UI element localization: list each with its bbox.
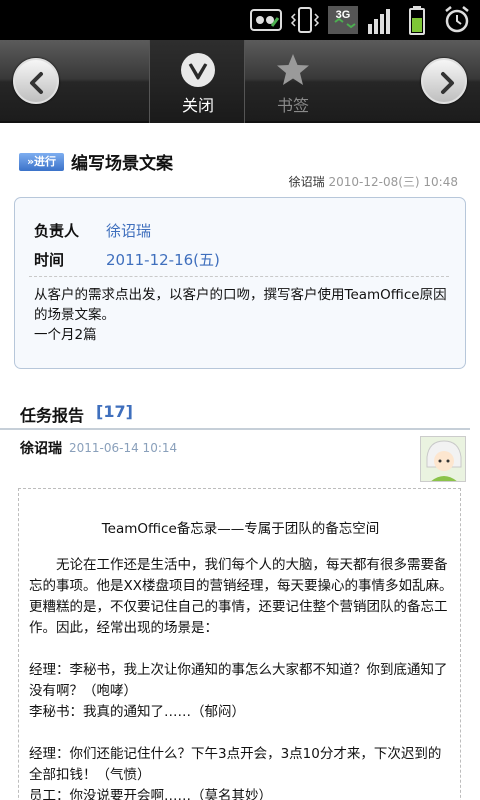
status-badge: »进行 xyxy=(19,153,64,171)
tab-close[interactable]: 关闭 xyxy=(149,40,245,123)
tab-close-label: 关闭 xyxy=(181,96,214,115)
report-content: TeamOffice备忘录——专属于团队的备忘空间 无论在工作还是生活中，我们每… xyxy=(18,488,461,800)
status-badge-label: 进行 xyxy=(34,155,57,168)
time-label: 时间 xyxy=(34,251,65,269)
report-paragraph: 经理：你们还能记住什么？下午3点开会，3点10分才来，下次迟到的全部扣钱！（气愤… xyxy=(29,746,442,783)
status-bar: 3G xyxy=(0,0,480,40)
report-heading: TeamOffice备忘录——专属于团队的备忘空间 xyxy=(101,521,380,537)
battery-icon xyxy=(409,6,425,35)
task-title: 编写场景文案 xyxy=(71,154,173,174)
tab-bookmark-label: 书签 xyxy=(276,96,309,115)
3g-data-icon: 3G xyxy=(328,6,358,34)
avatar-image xyxy=(421,437,465,481)
signal-icon xyxy=(368,9,390,34)
creator-name: 徐诏瑞 xyxy=(288,175,325,189)
task-info-card: 负责人 徐诏瑞 时间 2011-12-16(五) 从客户的需求点出发，以客户的口… xyxy=(14,197,466,369)
task-description: 从客户的需求点出发，以客户的口吻，撰写客户使用TeamOffice原因的场景文案… xyxy=(34,285,454,345)
report-paragraph: 李秘书：我真的通知了……（郁闷） xyxy=(29,704,245,720)
close-circle-icon xyxy=(181,53,215,87)
reports-title: 任务报告 xyxy=(20,406,85,425)
toolbar: 关闭 书签 xyxy=(0,40,480,123)
description-line: 从客户的需求点出发，以客户的口吻，撰写客户使用TeamOffice原因的场景文案… xyxy=(34,287,447,323)
divider xyxy=(29,276,449,277)
report-body: 无论在工作还是生活中，我们每个人的大脑，每天都有很多需要备忘的事项。他是XX楼盘… xyxy=(29,555,454,800)
creator-line: 徐诏瑞 2010-12-08(三) 10:48 xyxy=(289,173,458,190)
report-date: 2011-06-14 10:14 xyxy=(69,441,178,455)
reports-section-header: 任务报告 [17] xyxy=(0,400,470,430)
alarm-icon xyxy=(445,6,469,33)
owner-link[interactable]: 徐诏瑞 xyxy=(106,220,151,241)
avatar[interactable] xyxy=(420,436,466,482)
vibrate-icon xyxy=(290,7,320,33)
reports-count: [17] xyxy=(96,402,133,421)
report-paragraph: 无论在工作还是生活中，我们每个人的大脑，每天都有很多需要备忘的事项。他是XX楼盘… xyxy=(29,557,453,636)
owner-label: 负责人 xyxy=(34,222,80,240)
double-chevron-icon: » xyxy=(26,155,35,168)
description-line: 一个月2篇 xyxy=(34,327,97,343)
next-button[interactable] xyxy=(421,58,467,104)
time-value: 2011-12-16(五) xyxy=(106,251,220,269)
previous-button[interactable] xyxy=(13,58,59,104)
report-author: 徐诏瑞 xyxy=(20,441,62,457)
tab-bookmark[interactable]: 书签 xyxy=(245,40,341,123)
report-paragraph: 经理：李秘书，我上次让你通知的事怎么大家都不知道？你到底通知了没有啊？（咆哮） xyxy=(29,662,448,699)
chevron-right-icon xyxy=(441,72,454,94)
report-paragraph: 员工：你没说要开会啊……（莫名其妙） xyxy=(29,788,272,800)
chevron-left-icon xyxy=(30,72,43,94)
star-icon xyxy=(277,54,309,85)
voicemail-icon xyxy=(250,9,282,31)
created-date: 2010-12-08(三) 10:48 xyxy=(328,175,459,189)
